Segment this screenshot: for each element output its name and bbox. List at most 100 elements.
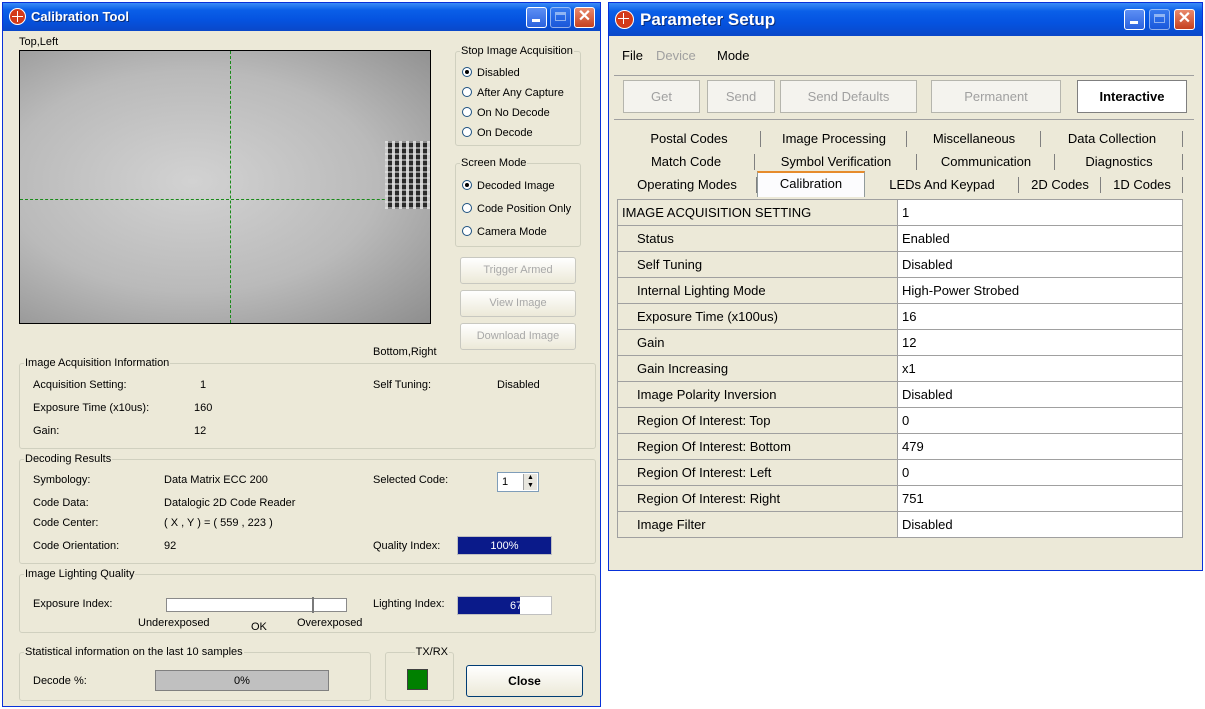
orientation-label: Code Orientation: <box>33 540 120 552</box>
tab-operating-modes[interactable]: Operating Modes <box>617 174 757 196</box>
tab-postal-codes[interactable]: Postal Codes <box>617 128 761 150</box>
statistics-legend: Statistical information on the last 10 s… <box>25 646 243 658</box>
minimize-button[interactable] <box>1124 9 1145 30</box>
radio-dot-icon <box>462 226 472 236</box>
screen-mode-legend: Screen Mode <box>461 157 527 169</box>
maximize-button[interactable] <box>550 7 571 28</box>
table-row[interactable]: Region Of Interest: Right 751 <box>617 485 1183 512</box>
param-value[interactable]: x1 <box>897 355 1183 382</box>
interactive-button[interactable]: Interactive <box>1077 80 1187 113</box>
radio-dot-icon <box>462 180 472 190</box>
download-image-button[interactable]: Download Image <box>460 323 576 350</box>
selected-code-stepper[interactable]: 1 ▲ ▼ <box>497 472 539 492</box>
param-key: Internal Lighting Mode <box>617 277 898 304</box>
send-button[interactable]: Send <box>707 80 775 113</box>
table-row[interactable]: Exposure Time (x100us) 16 <box>617 303 1183 330</box>
param-value[interactable]: 0 <box>897 407 1183 434</box>
tab-row-2: Match Code Symbol Verification Communica… <box>617 151 1183 173</box>
table-row[interactable]: Gain 12 <box>617 329 1183 356</box>
send-defaults-button[interactable]: Send Defaults <box>780 80 917 113</box>
tab-communication[interactable]: Communication <box>917 151 1055 173</box>
tab-row-3: Operating Modes Calibration LEDs And Key… <box>617 171 1183 197</box>
selected-code-value: 1 <box>502 476 509 488</box>
radio-code-position-only[interactable]: Code Position Only <box>462 203 571 215</box>
menu-device[interactable]: Device <box>656 48 696 63</box>
txrx-indicator <box>407 669 428 690</box>
table-row[interactable]: Region Of Interest: Top 0 <box>617 407 1183 434</box>
close-button[interactable]: Close <box>466 665 583 697</box>
tab-row-1: Postal Codes Image Processing Miscellane… <box>617 128 1183 150</box>
parameter-titlebar[interactable]: Parameter Setup ✕ <box>609 3 1202 36</box>
acq-setting-label: Acquisition Setting: <box>33 379 127 391</box>
acq-setting-value: 1 <box>200 379 207 391</box>
tab-1d-codes[interactable]: 1D Codes <box>1101 174 1183 196</box>
spin-arrows-icon[interactable]: ▲ ▼ <box>523 474 537 490</box>
view-image-button[interactable]: View Image <box>460 290 576 317</box>
stop-acquisition-legend: Stop Image Acquisition <box>461 45 573 57</box>
table-row[interactable]: Region Of Interest: Bottom 479 <box>617 433 1183 460</box>
data-matrix-code <box>385 141 430 209</box>
tab-match-code[interactable]: Match Code <box>617 151 755 173</box>
tab-2d-codes[interactable]: 2D Codes <box>1019 174 1101 196</box>
param-value[interactable]: Disabled <box>897 381 1183 408</box>
menu-file[interactable]: File <box>622 48 643 63</box>
param-key: Region Of Interest: Left <box>617 459 898 486</box>
tab-miscellaneous[interactable]: Miscellaneous <box>907 128 1041 150</box>
param-value[interactable]: High-Power Strobed <box>897 277 1183 304</box>
param-key: Gain Increasing <box>617 355 898 382</box>
radio-on-no-decode[interactable]: On No Decode <box>462 107 550 119</box>
param-value[interactable]: Disabled <box>897 511 1183 538</box>
app-icon <box>9 8 26 25</box>
tab-diagnostics[interactable]: Diagnostics <box>1055 151 1183 173</box>
tab-image-processing[interactable]: Image Processing <box>761 128 907 150</box>
table-row[interactable]: Internal Lighting Mode High-Power Strobed <box>617 277 1183 304</box>
param-value[interactable]: 479 <box>897 433 1183 460</box>
trigger-armed-button[interactable]: Trigger Armed <box>460 257 576 284</box>
radio-dot-icon <box>462 127 472 137</box>
radio-dot-icon <box>462 203 472 213</box>
table-row[interactable]: Image Polarity Inversion Disabled <box>617 381 1183 408</box>
acquisition-info-legend: Image Acquisition Information <box>25 357 170 369</box>
table-row[interactable]: IMAGE ACQUISITION SETTING 1 <box>617 199 1183 226</box>
radio-on-decode[interactable]: On Decode <box>462 127 533 139</box>
permanent-button[interactable]: Permanent <box>931 80 1061 113</box>
param-key: IMAGE ACQUISITION SETTING <box>617 199 898 226</box>
parameter-title: Parameter Setup <box>640 10 776 29</box>
param-value[interactable]: Enabled <box>897 225 1183 252</box>
table-row[interactable]: Self Tuning Disabled <box>617 251 1183 278</box>
calibration-titlebar[interactable]: Calibration Tool ✕ <box>3 3 600 31</box>
radio-disabled[interactable]: Disabled <box>462 67 520 79</box>
param-key: Region Of Interest: Top <box>617 407 898 434</box>
table-row[interactable]: Region Of Interest: Left 0 <box>617 459 1183 486</box>
radio-after-any-capture[interactable]: After Any Capture <box>462 87 564 99</box>
param-key: Status <box>617 225 898 252</box>
code-center-value: ( X , Y ) = ( 559 , 223 ) <box>164 517 273 529</box>
param-value[interactable]: Disabled <box>897 251 1183 278</box>
tab-data-collection[interactable]: Data Collection <box>1041 128 1183 150</box>
lighting-index-value: 67% <box>510 600 533 612</box>
exposure-time-value: 160 <box>194 402 213 414</box>
decode-percent-bar: 0% <box>155 670 329 691</box>
orientation-value: 92 <box>164 540 177 552</box>
tab-leds-and-keypad[interactable]: LEDs And Keypad <box>865 174 1019 196</box>
radio-camera-mode[interactable]: Camera Mode <box>462 226 547 238</box>
table-row[interactable]: Image Filter Disabled <box>617 511 1183 538</box>
table-row[interactable]: Gain Increasing x1 <box>617 355 1183 382</box>
get-button[interactable]: Get <box>623 80 700 113</box>
menu-mode[interactable]: Mode <box>717 48 750 63</box>
table-row[interactable]: Status Enabled <box>617 225 1183 252</box>
lighting-quality-legend: Image Lighting Quality <box>25 568 135 580</box>
close-window-button[interactable]: ✕ <box>1174 9 1195 30</box>
close-window-button[interactable]: ✕ <box>574 7 595 28</box>
param-value[interactable]: 0 <box>897 459 1183 486</box>
param-value[interactable]: 16 <box>897 303 1183 330</box>
param-value[interactable]: 751 <box>897 485 1183 512</box>
tab-symbol-verification[interactable]: Symbol Verification <box>755 151 917 173</box>
tab-calibration[interactable]: Calibration <box>757 171 865 197</box>
param-value[interactable]: 1 <box>897 199 1183 226</box>
minimize-button[interactable] <box>526 7 547 28</box>
maximize-button[interactable] <box>1149 9 1170 30</box>
radio-decoded-image[interactable]: Decoded Image <box>462 180 555 192</box>
exposure-time-label: Exposure Time (x10us): <box>33 402 150 414</box>
param-value[interactable]: 12 <box>897 329 1183 356</box>
